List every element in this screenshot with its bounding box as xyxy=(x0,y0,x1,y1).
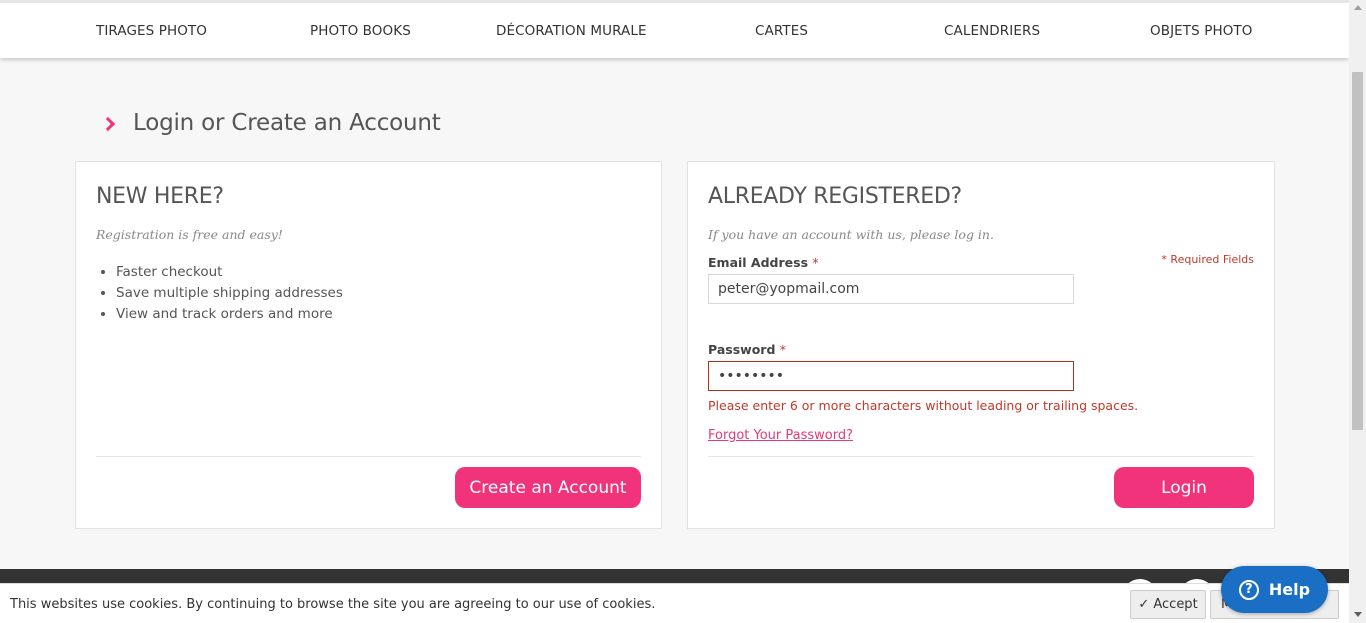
email-field[interactable] xyxy=(708,274,1074,304)
help-label: Help xyxy=(1268,580,1311,599)
required-fields-note: * Required Fields xyxy=(1161,253,1254,266)
required-star: * xyxy=(812,255,819,270)
nav-item-photo-books[interactable]: PHOTO BOOKS xyxy=(310,23,411,39)
forgot-password-link[interactable]: Forgot Your Password? xyxy=(708,428,853,443)
nav-item-cartes[interactable]: CARTES xyxy=(755,23,808,39)
required-star: * xyxy=(779,342,786,357)
scroll-down-icon[interactable] xyxy=(1354,612,1362,617)
page-title: Login or Create an Account xyxy=(133,110,441,136)
new-customer-panel: NEW HERE? Registration is free and easy!… xyxy=(75,161,662,529)
chevron-right-icon xyxy=(100,116,116,132)
login-subtitle: If you have an account with us, please l… xyxy=(708,227,994,242)
nav-item-calendriers[interactable]: CALENDRIERS xyxy=(944,23,1040,39)
create-account-button[interactable]: Create an Account xyxy=(455,467,641,508)
benefit-item: View and track orders and more xyxy=(116,304,343,325)
top-navigation: TIRAGES PHOTO PHOTO BOOKS DÉCORATION MUR… xyxy=(0,0,1349,58)
nav-item-objets-photo[interactable]: OBJETS PHOTO xyxy=(1150,23,1253,39)
benefit-item: Faster checkout xyxy=(116,262,343,283)
password-label-text: Password xyxy=(708,342,776,357)
benefit-item: Save multiple shipping addresses xyxy=(116,283,343,304)
nav-item-decoration-murale[interactable]: DÉCORATION MURALE xyxy=(496,23,647,39)
login-button[interactable]: Login xyxy=(1114,467,1254,508)
page-title-row: Login or Create an Account xyxy=(100,110,441,136)
scroll-up-icon[interactable] xyxy=(1354,5,1362,10)
scrollbar[interactable] xyxy=(1349,0,1366,623)
new-here-subtitle: Registration is free and easy! xyxy=(96,227,283,242)
benefits-list: Faster checkout Save multiple shipping a… xyxy=(116,262,343,325)
cookie-banner: This websites use cookies. By continuing… xyxy=(0,583,1349,623)
password-label: Password * xyxy=(708,342,786,357)
password-error-message: Please enter 6 or more characters withou… xyxy=(708,398,1139,413)
email-label: Email Address * xyxy=(708,255,819,270)
divider xyxy=(708,456,1254,457)
email-label-text: Email Address xyxy=(708,255,809,270)
divider xyxy=(96,456,641,457)
login-panel: ALREADY REGISTERED? If you have an accou… xyxy=(687,161,1275,529)
question-circle-icon: ? xyxy=(1238,579,1259,600)
help-button[interactable]: ? Help xyxy=(1221,566,1328,613)
already-registered-heading: ALREADY REGISTERED? xyxy=(708,184,962,209)
new-here-heading: NEW HERE? xyxy=(96,184,224,209)
password-field[interactable] xyxy=(708,361,1074,391)
cookie-text: This websites use cookies. By continuing… xyxy=(10,597,656,612)
nav-item-tirages-photo[interactable]: TIRAGES PHOTO xyxy=(96,23,207,39)
cookie-accept-button[interactable]: ✓ Accept xyxy=(1130,590,1206,619)
scrollbar-thumb[interactable] xyxy=(1352,72,1363,430)
